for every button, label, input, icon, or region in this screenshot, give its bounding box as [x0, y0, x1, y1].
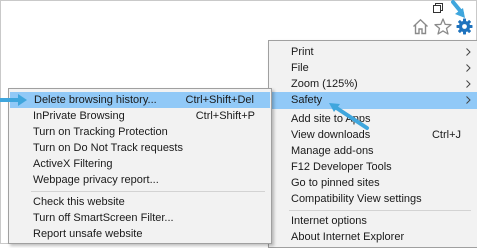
- menu-item-tracking-protection[interactable]: Turn on Tracking Protection: [9, 124, 271, 140]
- menu-item-label: InPrivate Browsing: [33, 110, 125, 122]
- menu-item-f12-developer-tools[interactable]: F12 Developer Tools: [269, 159, 477, 175]
- menu-item-label: Delete browsing history...: [34, 94, 157, 106]
- menu-item-about-internet-explorer[interactable]: About Internet Explorer: [269, 229, 477, 245]
- favorites-star-icon[interactable]: [434, 18, 452, 35]
- menu-item-label: Turn on Tracking Protection: [33, 126, 168, 138]
- menu-separator: [289, 210, 471, 211]
- menu-item-print[interactable]: Print: [269, 44, 477, 60]
- menu-item-shortcut: Ctrl+Shift+P: [195, 110, 255, 122]
- chevron-right-icon: [466, 96, 471, 104]
- menu-item-label: View downloads: [291, 129, 371, 141]
- menu-item-label: Turn off SmartScreen Filter...: [33, 212, 174, 224]
- menu-item-manage-add-ons[interactable]: Manage add-ons: [269, 143, 477, 159]
- menu-item-view-downloads[interactable]: View downloads Ctrl+J: [269, 127, 477, 143]
- menu-item-label: Check this website: [33, 196, 125, 208]
- menu-item-label: Webpage privacy report...: [33, 174, 159, 186]
- menu-item-inprivate-browsing[interactable]: InPrivate Browsing Ctrl+Shift+P: [9, 108, 271, 124]
- home-icon[interactable]: [412, 18, 429, 35]
- menu-item-activex-filtering[interactable]: ActiveX Filtering: [9, 156, 271, 172]
- menu-item-label: Go to pinned sites: [291, 177, 380, 189]
- menu-item-shortcut: Ctrl+J: [431, 129, 461, 141]
- menu-item-webpage-privacy-report[interactable]: Webpage privacy report...: [9, 172, 271, 188]
- menu-item-check-this-website[interactable]: Check this website: [9, 194, 271, 210]
- menu-item-file[interactable]: File: [269, 60, 477, 76]
- menu-item-label: Report unsafe website: [33, 228, 143, 240]
- tools-menu: Print File Zoom (125%) Safety Add site t…: [268, 40, 477, 248]
- menu-item-label: Add site to Apps: [291, 113, 371, 125]
- menu-item-zoom[interactable]: Zoom (125%): [269, 76, 477, 92]
- menu-item-label: Safety: [291, 94, 323, 106]
- menu-item-report-unsafe-website[interactable]: Report unsafe website: [9, 226, 271, 242]
- menu-item-smartscreen-filter[interactable]: Turn off SmartScreen Filter...: [9, 210, 271, 226]
- menu-item-delete-browsing-history[interactable]: Delete browsing history... Ctrl+Shift+De…: [10, 92, 270, 108]
- menu-item-do-not-track[interactable]: Turn on Do Not Track requests: [9, 140, 271, 156]
- menu-item-label: File: [291, 62, 309, 74]
- menu-item-label: ActiveX Filtering: [33, 158, 113, 170]
- menu-item-internet-options[interactable]: Internet options: [269, 213, 477, 229]
- menu-item-label: Turn on Do Not Track requests: [33, 142, 183, 154]
- menu-item-shortcut: Ctrl+Shift+Del: [185, 94, 254, 106]
- menu-item-safety[interactable]: Safety: [269, 92, 477, 109]
- menu-item-label: Zoom (125%): [291, 78, 358, 90]
- menu-item-label: Manage add-ons: [291, 145, 374, 157]
- menu-item-add-site-to-apps[interactable]: Add site to Apps: [269, 111, 477, 127]
- restore-window-icon[interactable]: [433, 3, 443, 13]
- menu-item-label: F12 Developer Tools: [291, 161, 392, 173]
- menu-item-label: Internet options: [291, 215, 367, 227]
- chevron-right-icon: [466, 64, 471, 72]
- chevron-right-icon: [466, 48, 471, 56]
- menu-item-label: Print: [291, 46, 314, 58]
- menu-item-compatibility-view-settings[interactable]: Compatibility View settings: [269, 191, 477, 207]
- menu-item-go-to-pinned-sites[interactable]: Go to pinned sites: [269, 175, 477, 191]
- menu-item-label: About Internet Explorer: [291, 231, 405, 243]
- menu-separator: [31, 191, 265, 192]
- safety-submenu: Delete browsing history... Ctrl+Shift+De…: [8, 88, 272, 244]
- menu-item-label: Compatibility View settings: [291, 193, 422, 205]
- chevron-right-icon: [466, 80, 471, 88]
- tools-gear-icon[interactable]: [456, 18, 473, 35]
